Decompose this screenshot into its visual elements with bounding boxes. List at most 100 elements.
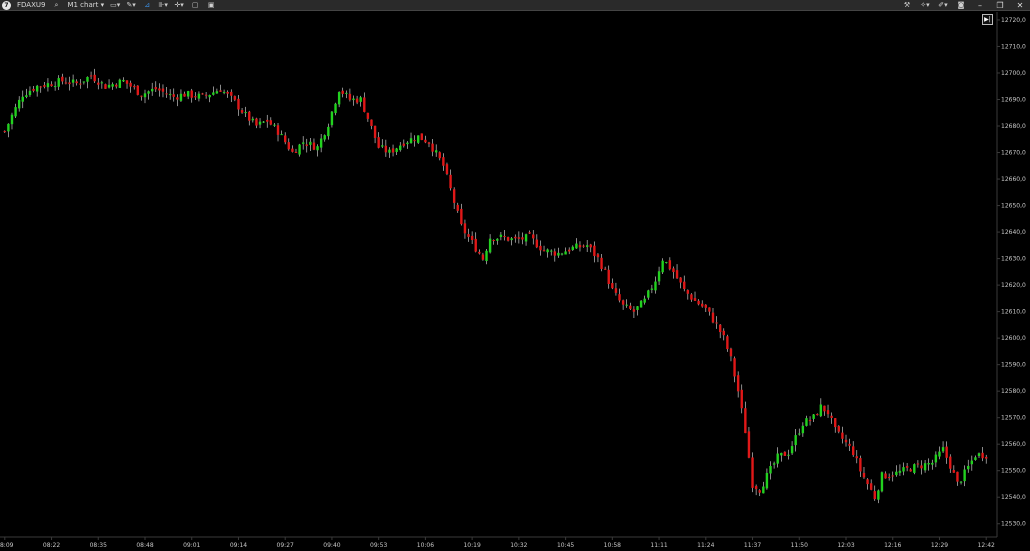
candle-up [212, 92, 215, 95]
candle-up [977, 453, 981, 457]
candle-up [657, 271, 661, 282]
instrument-selector[interactable]: FDAXU9 [17, 0, 45, 11]
app-logo[interactable]: 7 [2, 0, 11, 10]
candle-up [57, 78, 60, 87]
x-tick-label: 09:27 [277, 542, 294, 549]
candle-up [186, 91, 190, 97]
candle-down [75, 81, 78, 84]
camera-icon[interactable]: ◙ [956, 0, 966, 11]
candle-up [661, 260, 664, 273]
candle-down [115, 84, 118, 87]
candlestick-chart[interactable]: 12720,0 12710,0 12700,0 12690,0 12680,0 12670… [0, 12, 1030, 551]
candle-up [150, 88, 154, 92]
candle-up [557, 252, 560, 256]
candle-down [521, 237, 524, 240]
candle-down [158, 88, 161, 91]
magic-icon[interactable]: ✧▾ [920, 0, 930, 11]
x-tick-label: 09:01 [183, 542, 200, 549]
x-tick-label: 09:40 [323, 542, 340, 549]
candle-up [780, 452, 783, 456]
candle-down [841, 432, 844, 439]
draw-icon[interactable]: ✐▾ [938, 0, 948, 11]
candle-up [923, 463, 927, 471]
chart-toolbar: 7 FDAXU9 ⌕ M1 chart ▾ ▭▾ ✎▾ ⊿ ⊪▾ ✛▾ ▢ ▣ … [0, 0, 1030, 11]
candle-up [639, 300, 643, 308]
candle-up [571, 246, 574, 250]
candle-up [399, 145, 402, 151]
candle-down [596, 254, 600, 258]
restore-icon[interactable]: ❐ [994, 0, 1006, 11]
candle-up [805, 418, 808, 426]
candle-down [237, 98, 240, 110]
y-tick-label: 12640,0 [1001, 229, 1026, 236]
candle-down [887, 476, 891, 478]
candle-down [632, 309, 636, 312]
close-icon[interactable]: ✕ [1014, 0, 1026, 11]
candle-down [165, 93, 168, 95]
scroll-to-latest-button[interactable]: ▶| [982, 14, 993, 25]
candle-up [959, 481, 963, 483]
chart-type-icon[interactable]: ⊿ [142, 0, 152, 11]
candle-up [71, 79, 75, 83]
candle-down [194, 96, 197, 98]
candle-down [905, 466, 909, 468]
candle-down [183, 93, 186, 97]
candle-up [10, 114, 14, 125]
candle-down [578, 245, 582, 248]
candle-down [945, 446, 948, 458]
candle-down [567, 249, 571, 252]
candle-down [816, 414, 819, 416]
tools-icon[interactable]: ⚒ [902, 0, 912, 11]
candle-down [305, 144, 308, 146]
crosshair-icon[interactable]: ✛▾ [174, 0, 184, 11]
candle-down [445, 164, 449, 174]
minimize-icon[interactable]: – [974, 0, 986, 11]
candle-down [161, 88, 165, 92]
y-tick-label: 12550,0 [1001, 468, 1026, 475]
candle-down [204, 94, 208, 96]
candle-down [718, 324, 722, 333]
candle-down [348, 93, 352, 100]
candle-up [585, 245, 589, 247]
candle-up [215, 91, 219, 94]
monitor-icon[interactable]: ▭▾ [110, 0, 120, 11]
y-tick-label: 12610,0 [1001, 309, 1026, 316]
candle-up [395, 148, 398, 152]
candle-up [938, 451, 941, 457]
candle-down [230, 91, 233, 96]
x-tick-label: 10:45 [557, 542, 574, 549]
window-icon[interactable]: ▢ [190, 0, 200, 11]
candle-down [377, 137, 380, 148]
candle-down [539, 245, 542, 251]
candle-up [550, 250, 553, 252]
y-axis[interactable]: 12720,0 12710,0 12700,0 12690,0 12680,0 12670… [997, 17, 1026, 528]
candle-up [298, 144, 301, 155]
candle-down [276, 125, 280, 135]
y-tick-label: 12600,0 [1001, 335, 1026, 342]
timeframe-dropdown[interactable]: M1 chart ▾ [67, 0, 104, 11]
y-tick-label: 12570,0 [1001, 415, 1026, 422]
candle-down [668, 260, 672, 270]
candle-up [409, 138, 413, 144]
pencil-icon[interactable]: ✎▾ [126, 0, 136, 11]
candle-down [611, 283, 614, 289]
candle-down [754, 486, 758, 490]
candle-up [222, 91, 226, 93]
candle-down [79, 83, 82, 85]
x-axis[interactable]: 08:09 08:22 08:35 08:48 09:01 09:14 09:27 09:40… [0, 537, 995, 549]
candle-up [941, 447, 945, 452]
candle-up [352, 98, 355, 101]
save-icon[interactable]: ▣ [206, 0, 216, 11]
indicator-icon[interactable]: ⊪▾ [158, 0, 168, 11]
x-tick-label: 12:29 [931, 542, 948, 549]
candle-down [431, 143, 434, 152]
candle-up [769, 466, 772, 474]
candle-up [107, 84, 111, 88]
candle-up [21, 96, 24, 102]
candle-up [812, 414, 815, 419]
candle-up [499, 234, 503, 237]
candle-up [258, 121, 262, 125]
y-tick-label: 12540,0 [1001, 494, 1026, 501]
search-icon[interactable]: ⌕ [51, 0, 61, 11]
candle-down [542, 250, 546, 252]
